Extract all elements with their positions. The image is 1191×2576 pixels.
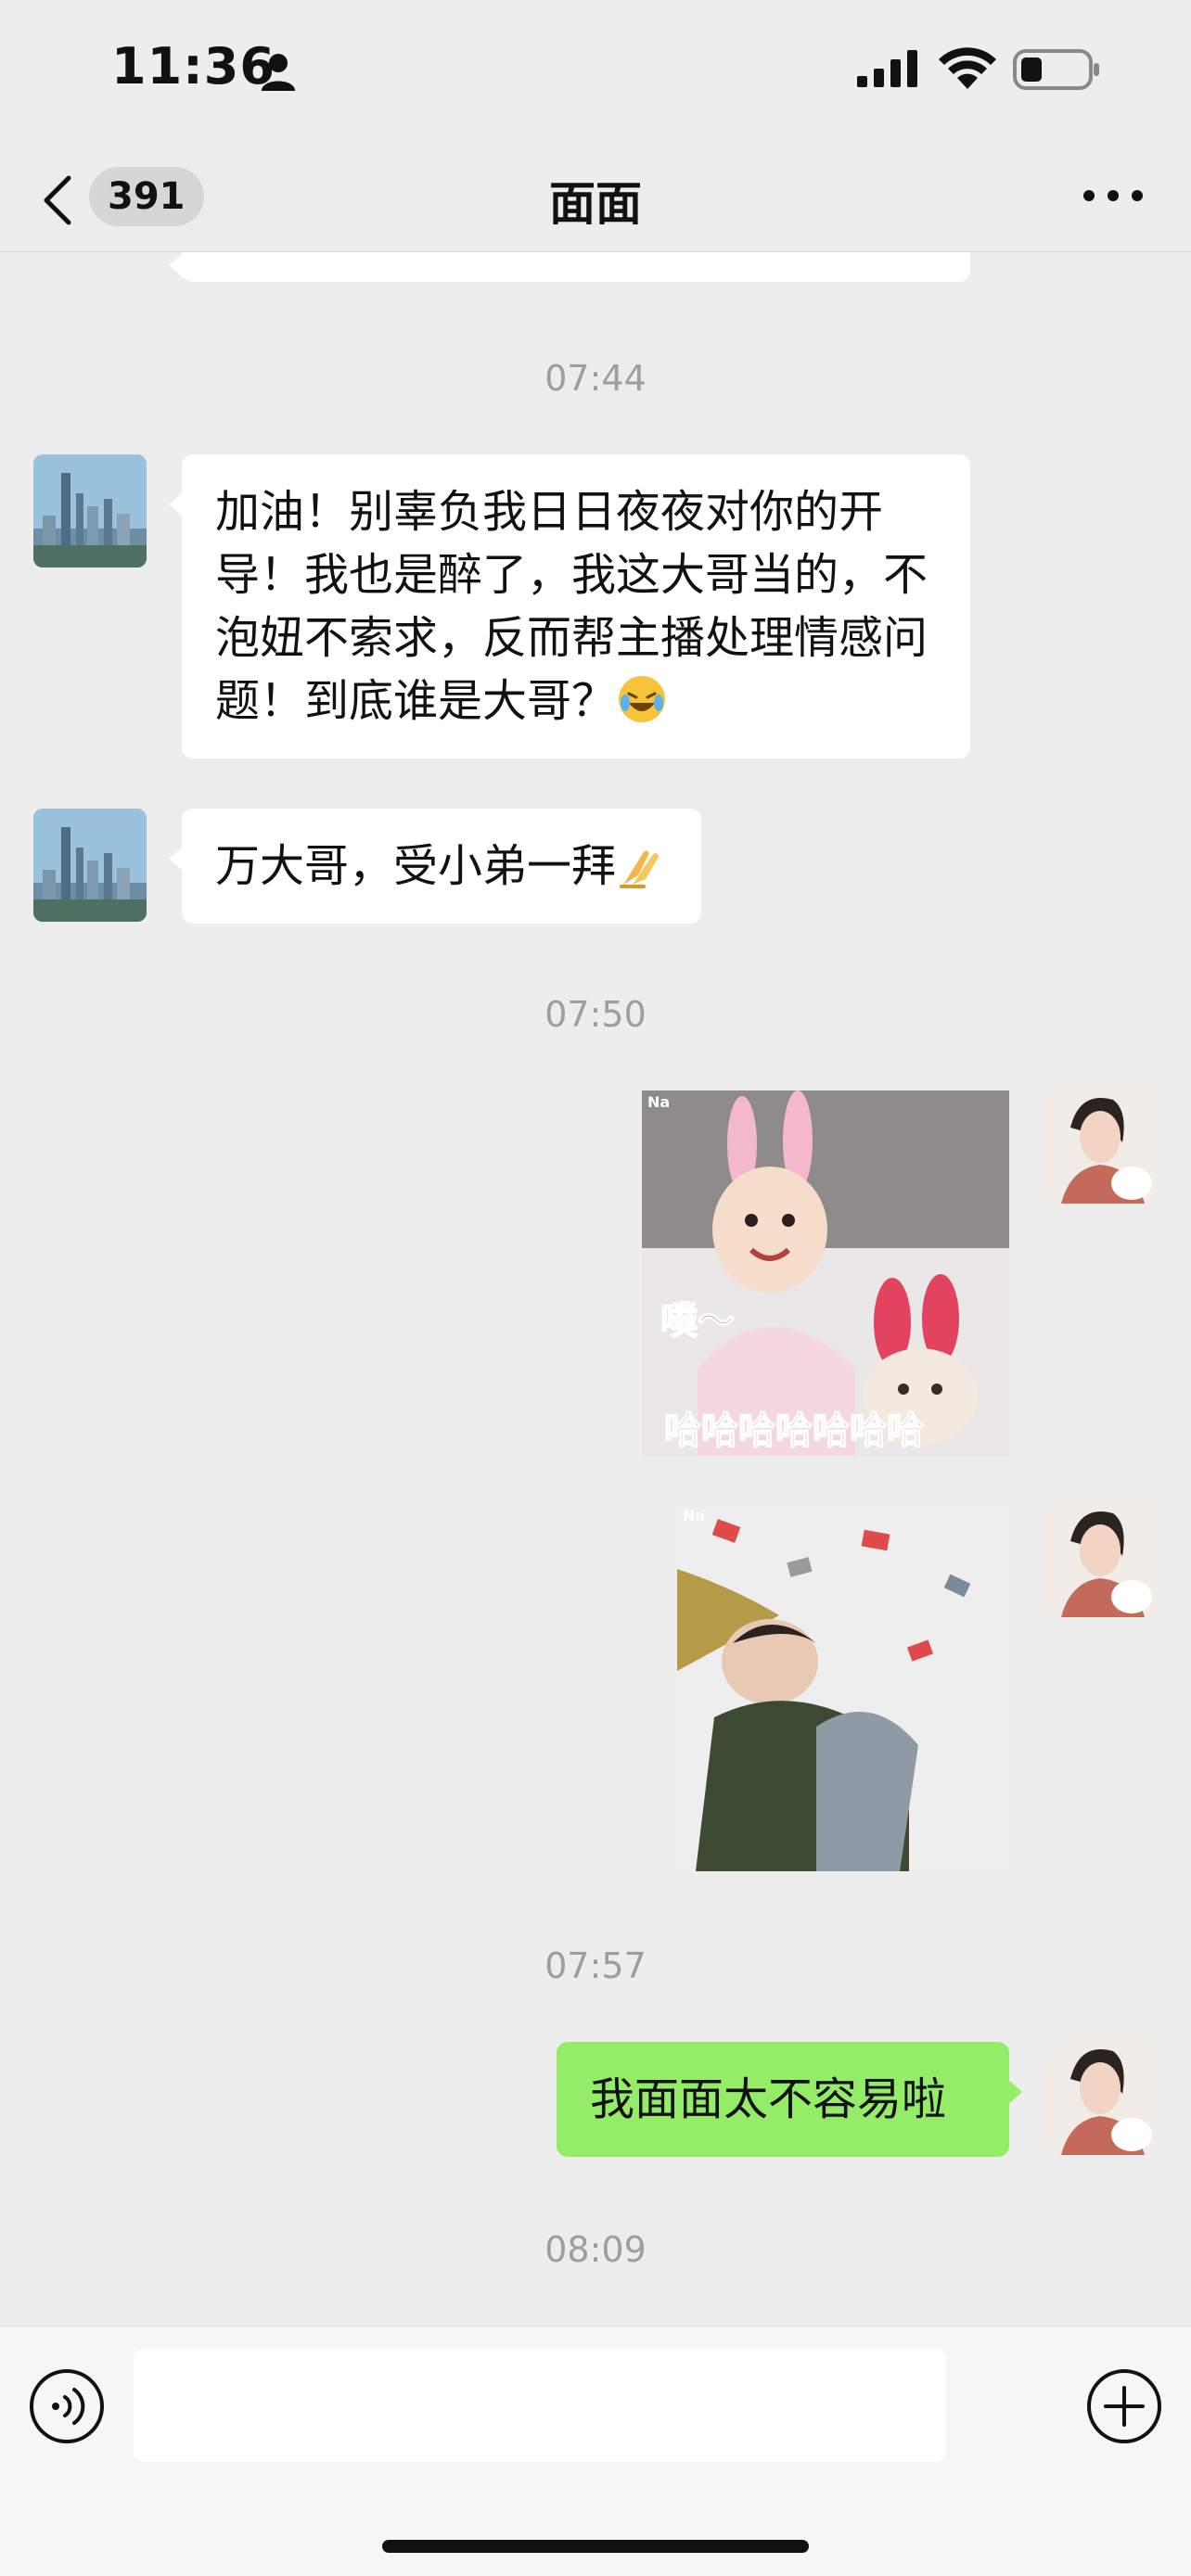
outgoing-message[interactable]: 我面面太不容易啦 (557, 2042, 1022, 2157)
ellipsis-icon[interactable] (1076, 172, 1150, 219)
sticker-caption: 哈哈哈哈哈哈哈 (664, 1409, 924, 1452)
timestamp: 07:57 (544, 1945, 647, 1986)
message-text: 我面面太不容易啦 (590, 2073, 947, 2125)
wifi-icon (939, 47, 996, 89)
pray-hands-emoji (620, 850, 660, 888)
message-bubble-partial[interactable] (169, 252, 970, 282)
status-time: 11:36 (111, 37, 275, 96)
laughing-crying-emoji (619, 676, 666, 722)
plus-circle-icon[interactable] (1085, 2367, 1163, 2445)
signal-icon (857, 50, 917, 87)
sticker-watermark: Na (683, 1507, 705, 1524)
contact-avatar[interactable] (33, 809, 147, 922)
incoming-message[interactable]: 万大哥，受小弟一拜 (168, 809, 702, 924)
message-input[interactable] (134, 2349, 946, 2462)
nav-bar: 391 面面 (0, 139, 1191, 252)
incoming-message[interactable]: 加油！别辜负我日日夜夜对你的开导！我也是醉了，我这大哥当的，不泡妞不索求，反而帮… (169, 454, 970, 759)
timestamp: 07:44 (544, 358, 647, 399)
my-avatar[interactable] (1043, 1504, 1156, 1617)
message-text: 加油！别辜负我日日夜夜对你的开导！我也是醉了，我这大哥当的，不泡妞不索求，反而帮… (215, 486, 928, 727)
voice-icon[interactable] (28, 2367, 106, 2445)
input-bar (0, 2326, 1191, 2576)
my-avatar[interactable] (1043, 1090, 1156, 1204)
message-text: 万大哥，受小弟一拜 (215, 840, 617, 892)
sticker-watermark: Na (647, 1093, 670, 1111)
chat-area[interactable]: 07:44 加油！别辜负我日日夜夜对你的开导！我也是醉了，我这大哥当的，不泡妞不… (0, 252, 1191, 2326)
sticker-image[interactable]: Na 噗～ 哈哈哈哈哈哈哈 (642, 1090, 1009, 1456)
home-indicator[interactable] (382, 2540, 809, 2553)
sticker-image[interactable]: Na (677, 1504, 1009, 1871)
my-avatar[interactable] (1043, 2042, 1156, 2155)
chat-title: 面面 (549, 177, 642, 231)
sticker-side-text: 噗～ (660, 1300, 735, 1343)
contact-avatar[interactable] (33, 454, 147, 567)
timestamp: 07:50 (544, 994, 647, 1035)
person-icon (262, 54, 295, 91)
status-bar: 11:36 (0, 0, 1191, 139)
battery-icon (1013, 49, 1099, 90)
timestamp: 08:09 (544, 2229, 647, 2270)
